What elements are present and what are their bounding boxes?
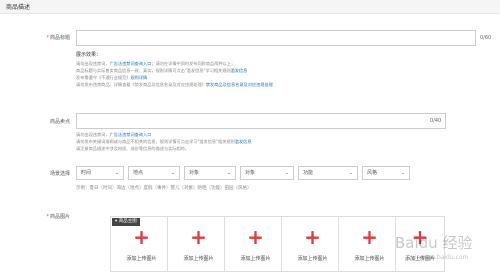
section-header: 商品描述 (0, 0, 500, 14)
display-tips: 展示效果： 请勿出现违禁词，广告法违禁词查询入口；请勿在详情中同时发布同款商品两… (76, 52, 273, 87)
upload-label: 添加上传图片 (183, 256, 214, 262)
scene-select-time[interactable]: 时间 ⌄ (76, 166, 124, 180)
spam-info-link[interactable]: 滥发信息 (231, 68, 248, 73)
spam-info-link-2[interactable]: 滥发信息 (235, 139, 252, 144)
chevron-down-icon: ⌄ (170, 170, 175, 176)
scene-select-function[interactable]: 功能 ⌄ (298, 166, 358, 180)
selling-point-input[interactable] (76, 113, 446, 129)
chevron-down-icon: ⌄ (348, 170, 353, 176)
prohibited-list-link[interactable]: 禁发商品及信息名录及对应违规处理 (206, 82, 273, 87)
product-title-input[interactable] (76, 30, 476, 46)
plus-icon: + (247, 225, 264, 249)
selling-point-tips: 请勿出现违禁词，广告法违禁词查询入口 请勿发布关键词堆砌或与商品不相关的信息，规… (76, 132, 252, 151)
scene-select-object-b[interactable]: 对象 ⌄ (240, 166, 294, 180)
selling-point-label: 商品卖点 (49, 119, 70, 125)
plus-icon: + (133, 225, 150, 249)
upload-slot[interactable]: + 添加上传图片 (338, 216, 401, 272)
product-title-label: *商品标题 (46, 35, 70, 41)
scene-example: 示例：夏日（时间）海边（地点）度假（事件）婴儿（对象）防晒（功能）田园（风格） (76, 186, 252, 191)
watermark-url: jingyan.baidu.com (413, 254, 469, 261)
selling-point-counter: 0/40 (430, 118, 442, 124)
upload-label: 添加上传图片 (354, 256, 385, 262)
upload-label: 添加上传图片 (126, 256, 157, 262)
upload-slot[interactable]: + 添加上传图片 (167, 216, 230, 272)
ad-law-link[interactable]: 广告法违禁词查询入口 (110, 61, 152, 66)
ad-law-link-2[interactable]: 广告法违禁词查询入口 (110, 132, 152, 137)
plus-icon: + (361, 225, 378, 249)
upload-slot-main[interactable]: ▾ 商品主图 + 添加上传图片 (110, 216, 173, 272)
upload-slot[interactable]: + 添加上传图片 (224, 216, 287, 272)
scene-select-object-a[interactable]: 对象 ⌄ (184, 166, 236, 180)
plus-icon: + (304, 225, 321, 249)
upload-label: 添加上传图片 (240, 256, 271, 262)
product-description-panel: 商品描述 *商品标题 0/60 展示效果： 请勿出现违禁词，广告法违禁词查询入口… (0, 0, 500, 272)
display-tips-heading: 展示效果： (76, 52, 102, 58)
chevron-down-icon: ⌄ (114, 170, 119, 176)
upload-label: 添加上传图片 (297, 256, 328, 262)
scene-select-style[interactable]: 风格 ⌄ (362, 166, 410, 180)
images-label: *商品图片 (46, 214, 70, 220)
section-title: 商品描述 (6, 4, 31, 11)
product-title-counter: 0/60 (480, 35, 492, 41)
chevron-down-icon: ⌄ (284, 170, 289, 176)
chevron-down-icon: ⌄ (400, 170, 405, 176)
upload-slot[interactable]: + 添加上传图片 (281, 216, 344, 272)
scene-select-place[interactable]: 地点 ⌄ (128, 166, 180, 180)
chevron-down-icon: ⌄ (226, 170, 231, 176)
scene-label: 场景选择 (49, 171, 70, 177)
watermark-logo: Baidu 经验 (395, 234, 473, 252)
rule-detail-link[interactable]: 规则详情 (130, 75, 147, 80)
plus-icon: + (190, 225, 207, 249)
